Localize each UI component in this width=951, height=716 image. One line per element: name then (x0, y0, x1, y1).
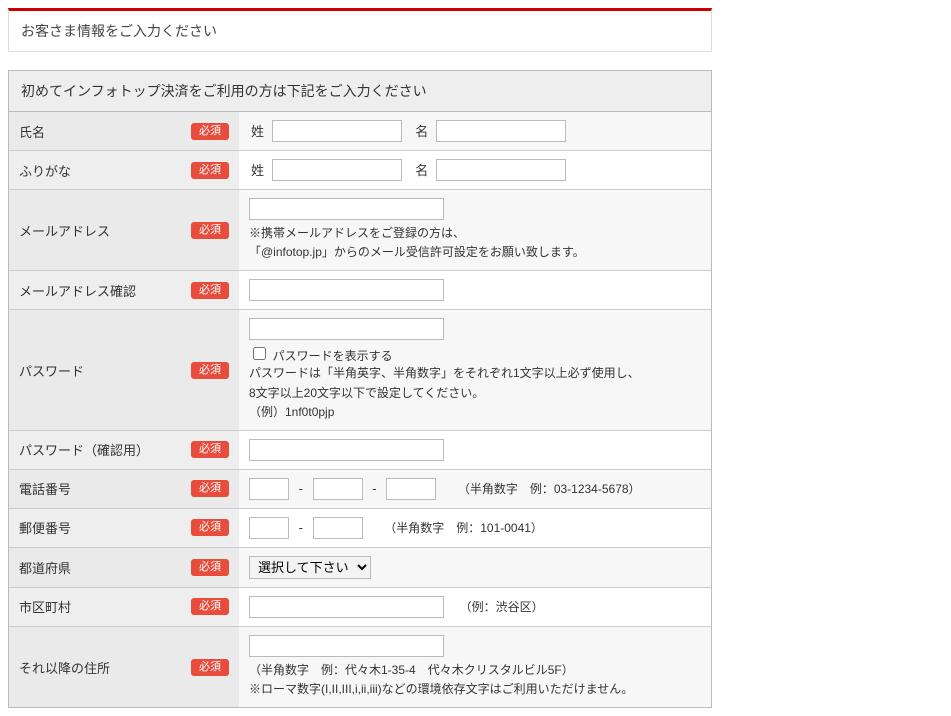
required-badge: 必須 (191, 480, 229, 497)
email-confirm-input[interactable] (249, 279, 444, 301)
label-tel: 電話番号 (19, 479, 71, 498)
email-hint2: 「@infotop.jp」からのメール受信許可設定をお願い致します。 (249, 243, 701, 262)
firstname-input[interactable] (436, 120, 566, 142)
city-hint: （例：渋谷区） (460, 600, 544, 614)
page-title-text: お客さま情報をご入力ください (21, 23, 217, 39)
password-input[interactable] (249, 318, 444, 340)
tel-hint: （半角数字 例：03-1234-5678） (458, 482, 641, 496)
password-hint2: 8文字以上20文字以下で設定してください。 (249, 384, 701, 403)
label-password-confirm: パスワード（確認用） (19, 440, 149, 459)
address-hint2: ※ローマ数字(I,II,III,i,ii,iii)などの環境依存文字はご利用いた… (249, 680, 701, 699)
required-badge: 必須 (191, 123, 229, 140)
zip-sep: - (299, 520, 303, 535)
label-lastname: 姓 (251, 121, 264, 140)
label-email: メールアドレス (19, 221, 110, 240)
email-input[interactable] (249, 198, 444, 220)
required-badge: 必須 (191, 659, 229, 676)
section-title-text: 初めてインフォトップ決済をご利用の方は下記をご入力ください (21, 83, 427, 99)
address-hint1: （半角数字 例：代々木1-35-4 代々木クリスタルビル5F） (249, 661, 701, 680)
form-table: 氏名 必須 姓 名 ふりがな (9, 112, 711, 707)
password-hint3: （例）1nf0t0pjp (249, 403, 701, 422)
zip1-input[interactable] (249, 517, 289, 539)
password-hint1: パスワードは「半角英字、半角数字」をそれぞれ1文字以上必ず使用し、 (249, 364, 701, 383)
label-kana-last: 姓 (251, 160, 264, 179)
label-firstname: 名 (415, 121, 428, 140)
password-confirm-input[interactable] (249, 439, 444, 461)
zip-hint: （半角数字 例：101-0041） (384, 521, 543, 535)
label-name: 氏名 (19, 122, 45, 141)
kana-firstname-input[interactable] (436, 159, 566, 181)
kana-lastname-input[interactable] (272, 159, 402, 181)
tel2-input[interactable] (313, 478, 363, 500)
required-badge: 必須 (191, 598, 229, 615)
required-badge: 必須 (191, 162, 229, 179)
required-badge: 必須 (191, 519, 229, 536)
label-pref: 都道府県 (19, 558, 71, 577)
address-input[interactable] (249, 635, 444, 657)
tel-sep2: - (372, 481, 376, 496)
required-badge: 必須 (191, 222, 229, 239)
show-password-checkbox[interactable] (253, 347, 266, 360)
label-email-confirm: メールアドレス確認 (19, 281, 136, 300)
required-badge: 必須 (191, 559, 229, 576)
label-kana-first: 名 (415, 160, 428, 179)
tel3-input[interactable] (386, 478, 436, 500)
zip2-input[interactable] (313, 517, 363, 539)
pref-select[interactable]: 選択して下さい (249, 556, 371, 579)
tel1-input[interactable] (249, 478, 289, 500)
tel-sep1: - (299, 481, 303, 496)
label-password: パスワード (19, 361, 84, 380)
form-box: 初めてインフォトップ決済をご利用の方は下記をご入力ください 氏名 必須 姓 名 (8, 70, 712, 708)
email-hint1: ※携帯メールアドレスをご登録の方は、 (249, 224, 701, 243)
label-address: それ以降の住所 (19, 658, 110, 677)
page-title: お客さま情報をご入力ください (8, 8, 712, 52)
label-kana: ふりがな (19, 161, 71, 180)
show-password-label: パスワードを表示する (273, 349, 393, 363)
city-input[interactable] (249, 596, 444, 618)
label-zip: 郵便番号 (19, 518, 71, 537)
required-badge: 必須 (191, 362, 229, 379)
section-title: 初めてインフォトップ決済をご利用の方は下記をご入力ください (9, 71, 711, 112)
label-city: 市区町村 (19, 597, 71, 616)
required-badge: 必須 (191, 282, 229, 299)
lastname-input[interactable] (272, 120, 402, 142)
required-badge: 必須 (191, 441, 229, 458)
